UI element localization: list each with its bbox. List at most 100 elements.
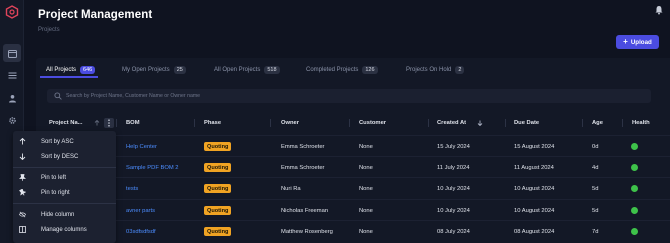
column-separator[interactable] bbox=[194, 119, 195, 127]
page-title: Project Management bbox=[38, 9, 153, 21]
phase-badge: Quoting bbox=[204, 206, 232, 215]
menu-divider bbox=[13, 203, 116, 204]
due-date-cell: 11 August 2024 bbox=[514, 164, 554, 171]
tab-count: 2 bbox=[455, 66, 465, 74]
created-at-cell: 15 July 2024 bbox=[437, 143, 470, 150]
column-header-due-date[interactable]: Due Date bbox=[514, 116, 539, 130]
customer-cell: None bbox=[359, 228, 373, 235]
menu-item-pin-right[interactable]: Pin to right bbox=[13, 186, 116, 199]
column-header-owner[interactable]: Owner bbox=[281, 116, 299, 130]
column-header-created-at[interactable]: Created At bbox=[437, 116, 466, 130]
table-row[interactable]: 03sdfsdfsdf Quoting Matthew Rosenberg No… bbox=[36, 220, 670, 241]
column-separator[interactable] bbox=[116, 119, 117, 127]
column-separator[interactable] bbox=[349, 119, 350, 127]
table-row[interactable]: Help Center Quoting Emma Schroeter None … bbox=[36, 135, 670, 156]
search-bar bbox=[47, 89, 651, 103]
due-date-cell: 15 August 2024 bbox=[514, 143, 555, 150]
more-vertical-icon bbox=[108, 119, 110, 127]
column-header-customer[interactable]: Customer bbox=[359, 116, 386, 130]
created-at-cell: 10 July 2024 bbox=[437, 185, 470, 192]
phase-badge: Quoting bbox=[204, 163, 232, 172]
table-header: Project Na... BOM Phase Owner Customer C… bbox=[36, 116, 670, 130]
active-tab-indicator bbox=[40, 76, 98, 78]
age-cell: 5d bbox=[592, 207, 599, 214]
health-indicator bbox=[631, 143, 638, 150]
table-row[interactable]: avner parts Quoting Nicholas Freeman Non… bbox=[36, 199, 670, 220]
column-separator[interactable] bbox=[428, 119, 429, 127]
customer-cell: None bbox=[359, 164, 373, 171]
bom-link[interactable]: avner parts bbox=[126, 200, 155, 221]
app-logo-icon[interactable] bbox=[5, 5, 19, 19]
age-cell: 7d bbox=[592, 228, 599, 235]
column-menu-button[interactable] bbox=[104, 118, 114, 128]
tab-completed-projects[interactable]: Completed Projects 126 bbox=[306, 62, 378, 78]
phase-badge: Quoting bbox=[204, 184, 232, 193]
sidebar-item-settings[interactable] bbox=[3, 111, 21, 129]
bom-link[interactable]: tests bbox=[126, 178, 138, 199]
columns-icon bbox=[19, 226, 26, 233]
list-icon bbox=[8, 72, 16, 78]
column-separator[interactable] bbox=[505, 119, 506, 127]
tab-count: 518 bbox=[264, 66, 280, 74]
breadcrumb[interactable]: Projects bbox=[38, 27, 60, 33]
sort-asc-icon[interactable] bbox=[94, 120, 100, 126]
column-header-age[interactable]: Age bbox=[592, 116, 603, 130]
upload-button[interactable]: + Upload bbox=[616, 35, 659, 49]
due-date-cell: 10 August 2024 bbox=[514, 185, 555, 192]
column-separator[interactable] bbox=[270, 119, 271, 127]
gear-icon bbox=[8, 116, 16, 124]
column-menu: Sort by ASC Sort by DESC Pin to left Pin… bbox=[13, 131, 116, 243]
column-header-phase[interactable]: Phase bbox=[204, 116, 221, 130]
age-cell: 0d bbox=[592, 143, 599, 150]
health-indicator bbox=[631, 228, 638, 235]
column-separator[interactable] bbox=[582, 119, 583, 127]
menu-item-sort-asc[interactable]: Sort by ASC bbox=[13, 135, 116, 148]
phase-badge: Quoting bbox=[204, 227, 232, 236]
sidebar-item-list[interactable] bbox=[3, 66, 21, 84]
column-header-health[interactable]: Health bbox=[632, 116, 650, 130]
tab-count: 25 bbox=[173, 66, 186, 74]
menu-divider bbox=[13, 167, 116, 168]
pin-icon bbox=[19, 189, 26, 196]
customer-cell: None bbox=[359, 185, 373, 192]
column-header-project-name[interactable]: Project Na... bbox=[49, 116, 83, 130]
owner-cell: Emma Schroeter bbox=[281, 143, 325, 150]
age-cell: 5d bbox=[592, 185, 599, 192]
arrow-down-icon bbox=[19, 153, 26, 160]
sidebar-item-projects[interactable] bbox=[3, 44, 21, 62]
bell-icon[interactable] bbox=[654, 5, 664, 15]
bom-link[interactable]: Sample PDF BOM 2 bbox=[126, 157, 179, 178]
column-separator[interactable] bbox=[622, 119, 623, 127]
column-header-bom[interactable]: BOM bbox=[126, 116, 140, 130]
age-cell: 4d bbox=[592, 164, 599, 171]
table-row[interactable]: tests Quoting Nuri Ra None 10 July 2024 … bbox=[36, 177, 670, 198]
created-at-cell: 11 July 2024 bbox=[437, 164, 470, 171]
table-row[interactable]: Sample PDF BOM 2 Quoting Emma Schroeter … bbox=[36, 156, 670, 177]
menu-item-manage-columns[interactable]: Manage columns bbox=[13, 223, 116, 236]
phase-badge: Quoting bbox=[204, 142, 232, 151]
menu-item-sort-desc[interactable]: Sort by DESC bbox=[13, 150, 116, 163]
bom-link[interactable]: Help Center bbox=[126, 136, 157, 157]
tab-all-open-projects[interactable]: All Open Projects 518 bbox=[214, 62, 280, 78]
pin-icon bbox=[19, 174, 26, 181]
tab-count: 126 bbox=[362, 66, 378, 74]
sidebar-item-users[interactable] bbox=[3, 89, 21, 107]
customer-cell: None bbox=[359, 207, 373, 214]
eye-off-icon bbox=[19, 211, 26, 218]
tab-label: All Open Projects bbox=[214, 67, 261, 73]
search-input[interactable] bbox=[66, 89, 626, 103]
health-indicator bbox=[631, 207, 638, 214]
search-icon bbox=[54, 92, 62, 100]
menu-item-pin-left[interactable]: Pin to left bbox=[13, 171, 116, 184]
tab-count: 646 bbox=[80, 66, 96, 74]
tab-label: Projects On Hold bbox=[406, 67, 452, 73]
calendar-icon bbox=[7, 49, 17, 58]
tab-projects-on-hold[interactable]: Projects On Hold 2 bbox=[406, 62, 465, 78]
due-date-cell: 08 August 2024 bbox=[514, 228, 555, 235]
bom-link[interactable]: 03sdfsdfsdf bbox=[126, 221, 156, 242]
health-indicator bbox=[631, 185, 638, 192]
tab-my-open-projects[interactable]: My Open Projects 25 bbox=[122, 62, 186, 78]
owner-cell: Nuri Ra bbox=[281, 185, 301, 192]
menu-item-hide-column[interactable]: Hide column bbox=[13, 208, 116, 221]
sort-desc-icon[interactable] bbox=[477, 120, 483, 126]
